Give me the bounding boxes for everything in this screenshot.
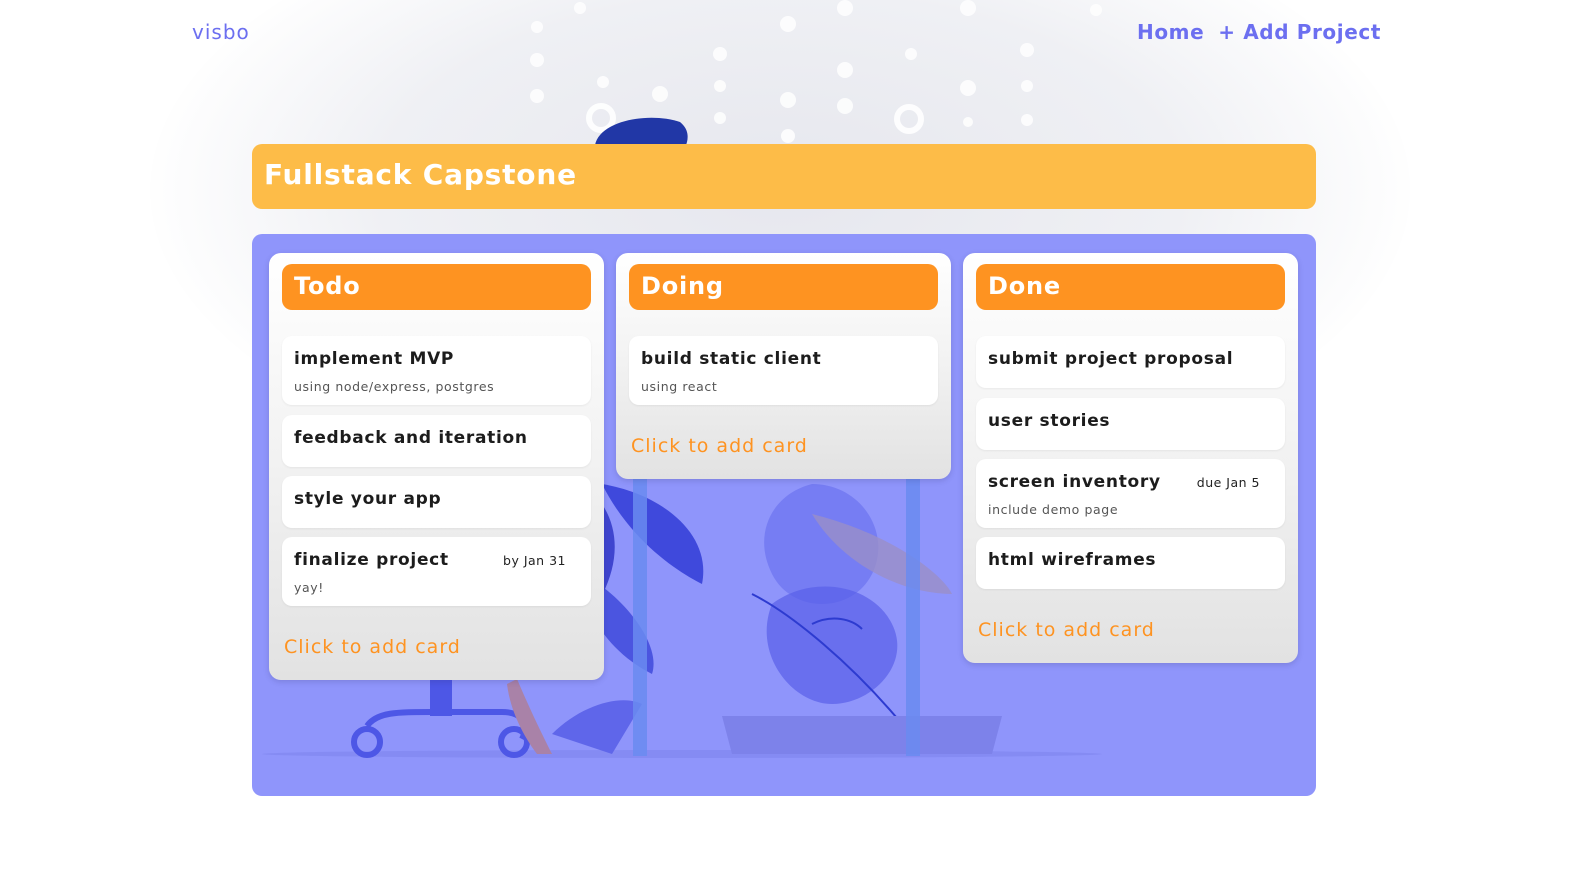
add-card-button[interactable]: Click to add card (978, 619, 1155, 641)
card[interactable]: screen inventory due Jan 5 include demo … (976, 459, 1285, 528)
card-title: user stories (988, 411, 1111, 431)
card[interactable]: html wireframes (976, 537, 1285, 589)
add-project-link[interactable]: + Add Project (1218, 20, 1381, 44)
card-title: submit project proposal (988, 349, 1234, 369)
card[interactable]: submit project proposal (976, 336, 1285, 388)
card-title: feedback and iteration (294, 428, 528, 448)
card-title: style your app (294, 489, 442, 509)
card[interactable]: feedback and iteration (282, 415, 591, 467)
card-title: html wireframes (988, 550, 1157, 570)
list-header: Todo (282, 264, 591, 310)
card[interactable]: build static client using react (629, 336, 938, 405)
project-title-bar: Fullstack Capstone (252, 144, 1316, 209)
list-header: Done (976, 264, 1285, 310)
card-title: finalize project (294, 550, 449, 570)
card-description: include demo page (988, 502, 1119, 517)
card-due-date: by Jan 31 (503, 553, 566, 568)
top-navbar: visbo Home + Add Project (0, 0, 1583, 64)
card-title: implement MVP (294, 349, 455, 369)
card[interactable]: style your app (282, 476, 591, 528)
project-title: Fullstack Capstone (264, 158, 577, 191)
list-title: Todo (294, 272, 361, 300)
kanban-board: Todo implement MVP using node/express, p… (252, 234, 1316, 796)
add-card-button[interactable]: Click to add card (631, 435, 808, 457)
list-todo: Todo implement MVP using node/express, p… (269, 253, 604, 680)
list-done: Done submit project proposal user storie… (963, 253, 1298, 663)
card-description: using react (641, 379, 718, 394)
card[interactable]: finalize project by Jan 31 yay! (282, 537, 591, 606)
list-header: Doing (629, 264, 938, 310)
home-link[interactable]: Home (1137, 20, 1204, 44)
card-title: build static client (641, 349, 822, 369)
card[interactable]: implement MVP using node/express, postgr… (282, 336, 591, 405)
add-card-button[interactable]: Click to add card (284, 636, 461, 658)
card-description: using node/express, postgres (294, 379, 495, 394)
card-due-date: due Jan 5 (1196, 475, 1260, 490)
card-description: yay! (294, 580, 324, 595)
list-title: Done (988, 272, 1061, 300)
nav-links: Home + Add Project (1137, 20, 1381, 44)
list-title: Doing (641, 272, 724, 300)
card[interactable]: user stories (976, 398, 1285, 450)
card-title: screen inventory (988, 472, 1161, 492)
brand-logo-link[interactable]: visbo (192, 20, 250, 44)
list-doing: Doing build static client using react Cl… (616, 253, 951, 479)
